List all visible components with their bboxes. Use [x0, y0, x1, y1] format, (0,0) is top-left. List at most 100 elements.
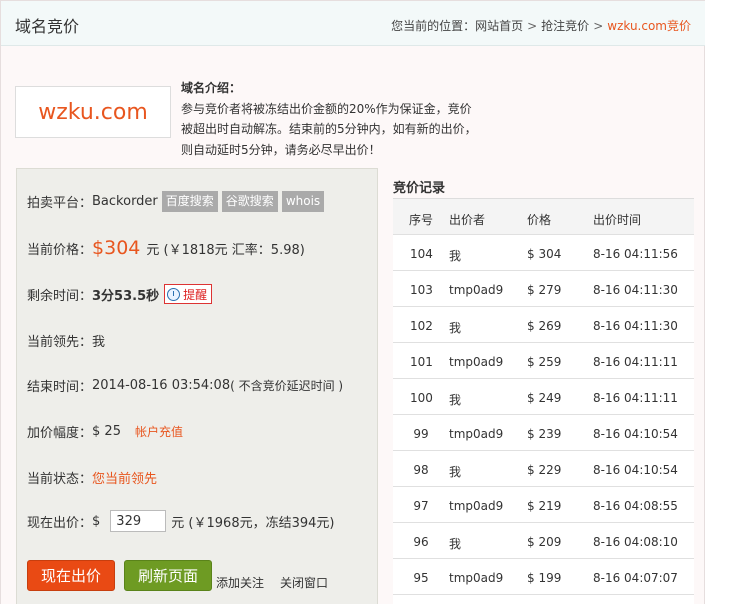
table-row: 104 我 $ 304 8-16 04:11:56 — [393, 235, 694, 271]
remain-label: 剩余时间： — [27, 288, 93, 304]
bid-time: 8-16 04:11:56 — [593, 247, 678, 261]
bid-no: 101 — [410, 355, 433, 369]
records-title: 竞价记录 — [393, 181, 446, 196]
bidder: tmp0ad9 — [449, 427, 504, 441]
leader-row: 当前领先： 我 — [27, 331, 105, 350]
bidder: tmp0ad9 — [449, 283, 504, 297]
intro-line: 则自动延时5分钟，请务必尽早出价！ — [181, 142, 381, 157]
table-row: 95 tmp0ad9 $ 199 8-16 04:07:07 — [393, 559, 694, 595]
bid-currency: $ — [92, 513, 101, 529]
bid-records-table: 序号 出价者 价格 出价时间 104 我 $ 304 8-16 04:11:56 103… — [393, 198, 694, 604]
bid-time: 8-16 04:11:11 — [593, 355, 678, 369]
bid-no: 95 — [413, 571, 429, 585]
bid-price: $ 219 — [527, 499, 562, 513]
refresh-page-button[interactable]: 刷新页面 — [124, 560, 212, 591]
bid-rmb: 元 (￥1968元，冻结394元) — [171, 515, 335, 531]
page-title: 域名竞价 — [15, 17, 80, 36]
domain-logo: wzku.com — [15, 86, 171, 138]
platform-label: 拍卖平台： — [27, 196, 93, 211]
price-label: 当前价格： — [27, 242, 93, 258]
bidder: 我 — [449, 249, 462, 263]
domain-logo-text: wzku.com — [38, 99, 148, 125]
bid-price: $ 269 — [527, 319, 562, 333]
increment-row: 加价幅度： $ 25 帐户充值 — [27, 422, 183, 441]
current-price: $304 — [92, 237, 141, 259]
table-row: 100 我 $ 249 8-16 04:11:11 — [393, 379, 694, 415]
leader-label: 当前领先： — [27, 335, 93, 350]
bid-amount-input[interactable] — [110, 510, 167, 532]
auction-info-panel: 拍卖平台： Backorder 百度搜索 谷歌搜索 whois 当前价格： $3… — [16, 168, 378, 604]
page-frame: 域名竞价 您当前的位置：网站首页 > 抢注竞价 > wzku.com竞价 wzku.co… — [0, 0, 705, 604]
bid-no: 99 — [413, 427, 429, 441]
bid-no: 104 — [410, 247, 433, 261]
status-value: 您当前领先 — [92, 472, 158, 487]
whois-button[interactable]: whois — [281, 191, 325, 212]
bid-price: $ 199 — [527, 571, 562, 585]
breadcrumb-current: wzku.com竞价 — [607, 19, 691, 33]
breadcrumb-separator: > — [527, 19, 538, 33]
bid-time: 8-16 04:11:30 — [593, 283, 678, 297]
leader-value: 我 — [92, 335, 106, 350]
bid-price: $ 239 — [527, 427, 562, 441]
header-bar: 域名竞价 您当前的位置：网站首页 > 抢注竞价 > wzku.com竞价 — [1, 1, 705, 46]
google-search-button[interactable]: 谷歌搜索 — [221, 191, 278, 212]
column-header: 出价时间 — [593, 213, 642, 227]
remain-time: 3分53.5秒 — [92, 288, 160, 304]
remind-label: 提醒 — [183, 287, 208, 302]
breadcrumb-link-auction[interactable]: 抢注竞价 — [541, 19, 589, 33]
bid-price: $ 304 — [527, 247, 562, 261]
intro-title: 域名介绍： — [181, 81, 242, 95]
table-row: 98 我 $ 229 8-16 04:10:54 — [393, 451, 694, 487]
close-window-link[interactable]: 关闭窗口 — [280, 574, 328, 591]
table-row: 102 我 $ 269 8-16 04:11:30 — [393, 307, 694, 343]
bidder: tmp0ad9 — [449, 499, 504, 513]
bid-time: 8-16 04:10:54 — [593, 463, 678, 477]
bidder: tmp0ad9 — [449, 571, 504, 585]
breadcrumb-link-home[interactable]: 网站首页 — [475, 19, 523, 33]
column-header: 价格 — [527, 213, 552, 227]
recharge-link[interactable]: 帐户充值 — [135, 423, 183, 440]
bid-time: 8-16 04:08:10 — [593, 535, 678, 549]
bidder: 我 — [449, 465, 462, 479]
bid-time: 8-16 04:11:11 — [593, 391, 678, 405]
end-time-row: 结束时间： 2014-08-16 03:54:08 ( 不含竞价延迟时间 ) — [27, 376, 343, 395]
price-row: 当前价格： $304 元 (￥1818元 汇率：5.98) — [27, 237, 305, 259]
increment-value: $ 25 — [92, 424, 121, 439]
table-row: 99 tmp0ad9 $ 239 8-16 04:10:54 — [393, 415, 694, 451]
bid-row: 现在出价： $ 元 (￥1968元，冻结394元) — [27, 510, 334, 532]
remain-row: 剩余时间： 3分53.5秒 提醒 — [27, 284, 213, 304]
bid-time: 8-16 04:10:54 — [593, 427, 678, 441]
baidu-search-button[interactable]: 百度搜索 — [161, 191, 218, 212]
end-label: 结束时间： — [27, 380, 93, 395]
bid-no: 100 — [410, 391, 433, 405]
bid-label: 现在出价： — [27, 515, 93, 531]
status-row: 当前状态： 您当前领先 — [27, 468, 157, 487]
bid-now-button[interactable]: 现在出价 — [27, 560, 115, 591]
bid-no: 98 — [413, 463, 429, 477]
bid-time: 8-16 04:11:30 — [593, 319, 678, 333]
bidder: 我 — [449, 537, 462, 551]
column-header: 出价者 — [449, 213, 486, 227]
follow-link[interactable]: 添加关注 — [216, 574, 264, 591]
bidder: 我 — [449, 321, 462, 335]
bidder: 我 — [449, 393, 462, 407]
end-value: 2014-08-16 03:54:08 — [92, 378, 231, 393]
bidder: tmp0ad9 — [449, 355, 504, 369]
price-rmb: 元 (￥1818元 汇率：5.98) — [146, 242, 305, 258]
end-note: ( 不含竞价延迟时间 ) — [230, 379, 344, 393]
bid-time: 8-16 04:07:07 — [593, 571, 678, 585]
bid-price: $ 279 — [527, 283, 562, 297]
table-header-row: 序号 出价者 价格 出价时间 — [393, 199, 694, 235]
table-row: 103 tmp0ad9 $ 279 8-16 04:11:30 — [393, 271, 694, 307]
clock-icon — [167, 287, 181, 301]
column-header: 序号 — [409, 213, 434, 227]
bid-no: 103 — [410, 283, 433, 297]
bid-price: $ 259 — [527, 355, 562, 369]
bid-no: 96 — [413, 535, 429, 549]
breadcrumb-separator: > — [593, 19, 604, 33]
domain-intro: 域名介绍： 参与竞价者将被冻结出价金额的20%作为保证金，竞价 被超出时自动解冻… — [181, 78, 491, 160]
status-label: 当前状态： — [27, 472, 93, 487]
table-row: 96 我 $ 209 8-16 04:08:10 — [393, 523, 694, 559]
remind-button[interactable]: 提醒 — [164, 284, 213, 304]
intro-line: 被超出时自动解冻。结束前的5分钟内，如有新的出价， — [181, 122, 477, 136]
